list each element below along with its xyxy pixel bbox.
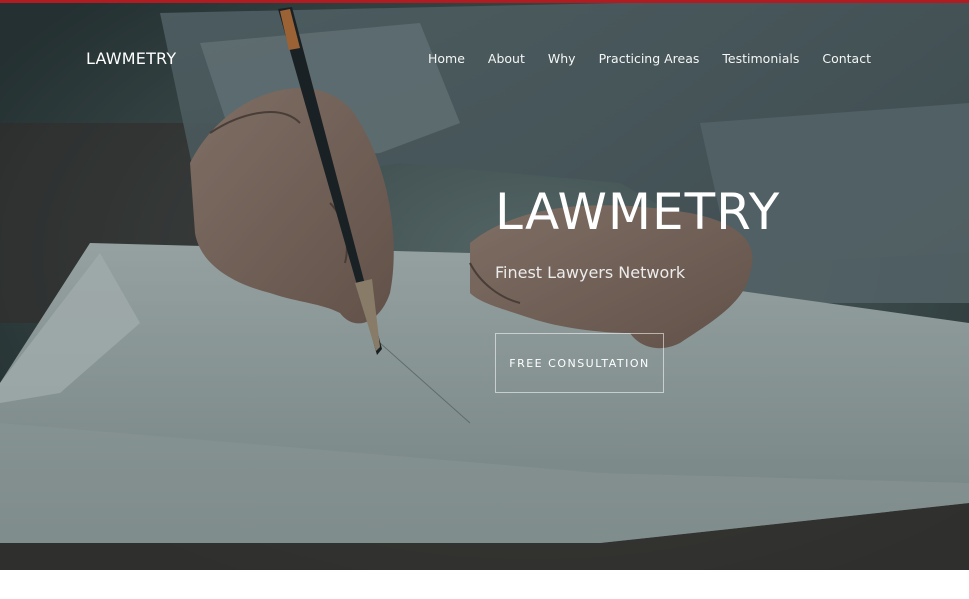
below-hero-section: [0, 570, 969, 599]
nav-link-contact[interactable]: Contact: [822, 51, 871, 66]
free-consultation-button[interactable]: FREE CONSULTATION: [495, 333, 664, 393]
hero-subtitle: Finest Lawyers Network: [495, 263, 686, 282]
hero-content: LAWMETRY Finest Lawyers Network FREE CON…: [495, 182, 781, 393]
top-navigation: LAWMETRY Home About Why Practicing Areas…: [0, 3, 969, 113]
nav-link-about[interactable]: About: [488, 51, 525, 66]
nav-menu: Home About Why Practicing Areas Testimon…: [428, 51, 871, 66]
top-accent-bar: [0, 0, 969, 3]
brand-logo[interactable]: LAWMETRY: [86, 49, 176, 68]
landing-page: LAWMETRY Home About Why Practicing Areas…: [0, 0, 969, 599]
nav-link-testimonials[interactable]: Testimonials: [722, 51, 799, 66]
nav-link-practicing-areas[interactable]: Practicing Areas: [599, 51, 700, 66]
nav-link-why[interactable]: Why: [548, 51, 576, 66]
nav-link-home[interactable]: Home: [428, 51, 465, 66]
hero-title: LAWMETRY: [495, 183, 781, 241]
